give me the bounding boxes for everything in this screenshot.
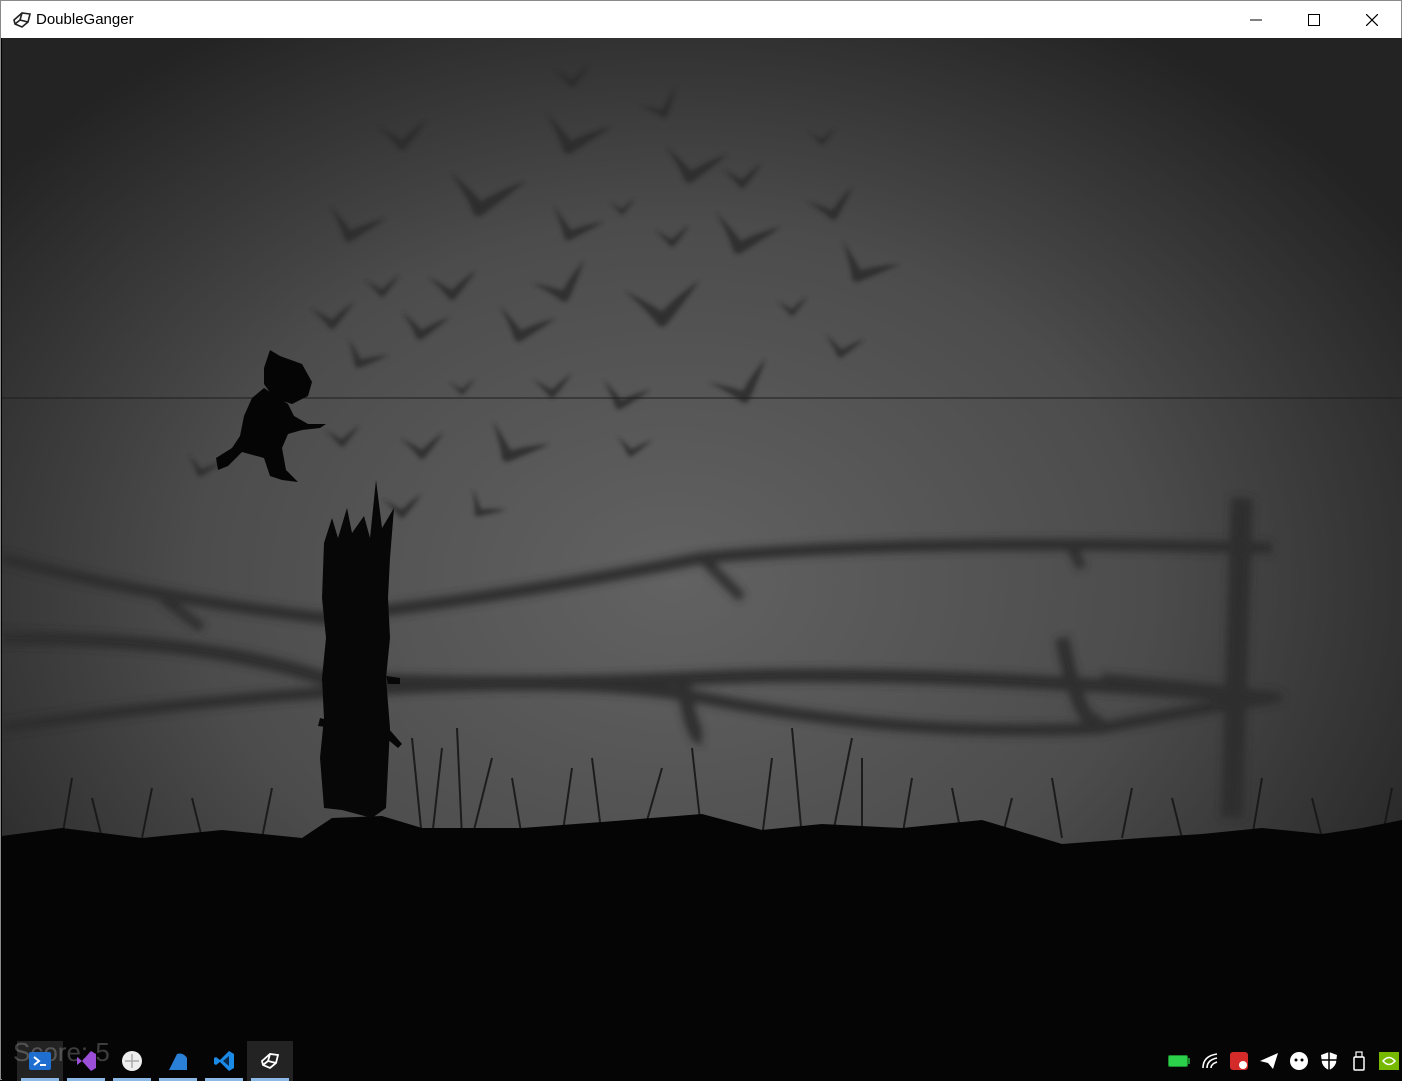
wifi-icon	[1202, 1053, 1218, 1069]
battery-icon	[1168, 1055, 1190, 1067]
tree-stump	[320, 480, 394, 818]
nvidia-icon	[1379, 1052, 1399, 1070]
window-title: DoubleGanger	[36, 11, 134, 28]
tray-wifi[interactable]	[1199, 1049, 1223, 1073]
chat-tray-icon	[1290, 1052, 1308, 1070]
game-viewport[interactable]: Score: 5	[2, 38, 1402, 1081]
tray-nvidia[interactable]	[1377, 1049, 1401, 1073]
telegram-icon	[1260, 1053, 1278, 1069]
tray-battery[interactable]	[1167, 1049, 1191, 1073]
minimize-icon	[1250, 19, 1262, 20]
close-icon	[1366, 13, 1378, 26]
taskbar-app-powershell[interactable]	[17, 1041, 63, 1081]
shark-app-icon	[169, 1053, 187, 1070]
tray-usb[interactable]	[1347, 1049, 1371, 1073]
game-scene	[2, 38, 1402, 1081]
maximize-button[interactable]	[1285, 1, 1343, 38]
media-player-icon	[122, 1051, 142, 1071]
tray-chat[interactable]	[1287, 1049, 1311, 1073]
usb-drive-icon	[1353, 1051, 1365, 1071]
visual-studio-icon	[77, 1051, 96, 1071]
pdf-tray-icon	[1230, 1052, 1248, 1070]
taskbar-app-media-player[interactable]	[109, 1041, 155, 1081]
vscode-icon	[214, 1051, 234, 1071]
taskbar	[1, 1041, 1402, 1081]
unity-logo-icon	[13, 12, 31, 28]
taskbar-app-visual-studio[interactable]	[63, 1041, 109, 1081]
title-bar[interactable]: DoubleGanger	[1, 1, 1401, 38]
tray-defender[interactable]	[1317, 1049, 1341, 1073]
taskbar-app-vscode[interactable]	[201, 1041, 247, 1081]
powershell-icon	[29, 1052, 51, 1070]
minimize-button[interactable]	[1227, 1, 1285, 38]
maximize-icon	[1308, 13, 1320, 26]
tray-pdf[interactable]	[1227, 1049, 1251, 1073]
unity-icon	[260, 1053, 280, 1070]
taskbar-app-shark[interactable]	[155, 1041, 201, 1081]
taskbar-app-unity[interactable]	[247, 1041, 293, 1081]
tray-telegram[interactable]	[1257, 1049, 1281, 1073]
defender-shield-icon	[1321, 1052, 1337, 1070]
game-window: DoubleGanger Score: 5	[0, 0, 1402, 1081]
close-button[interactable]	[1343, 1, 1401, 38]
